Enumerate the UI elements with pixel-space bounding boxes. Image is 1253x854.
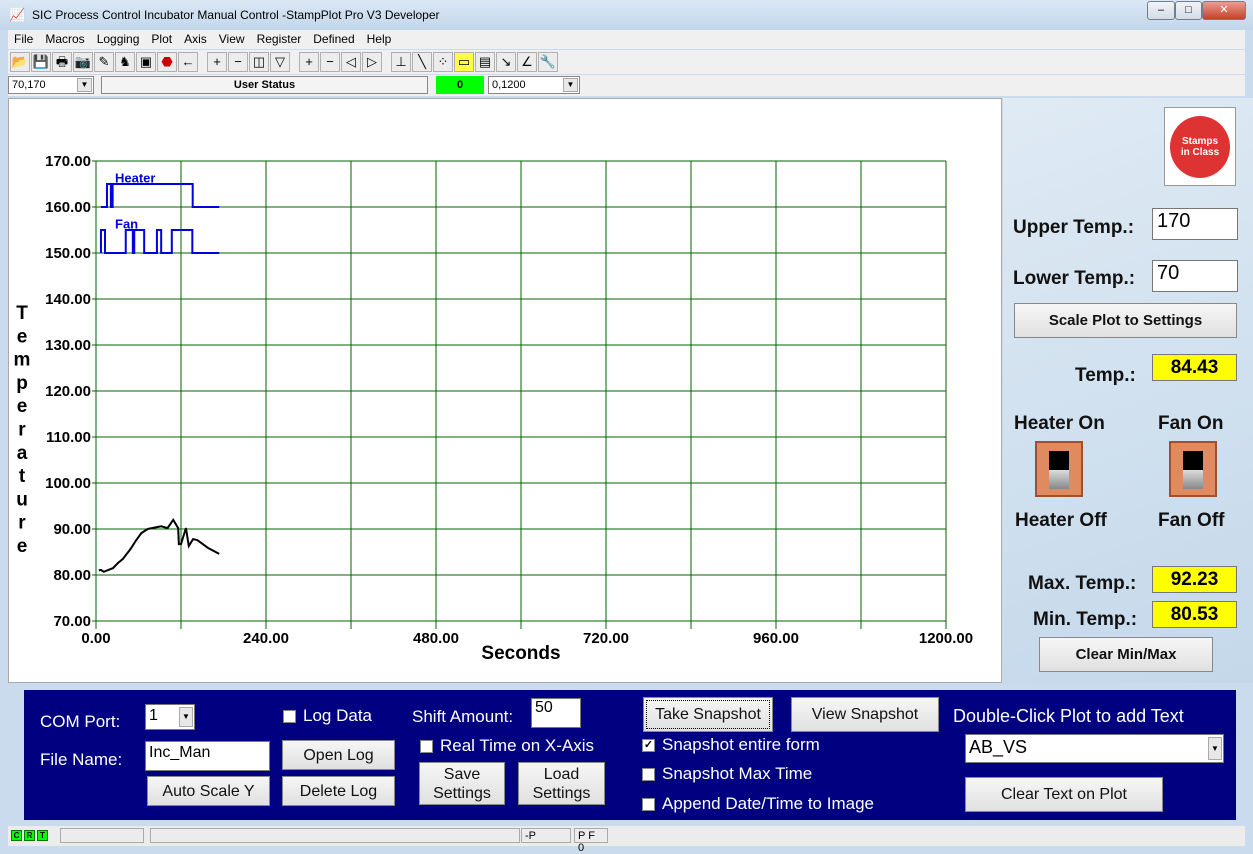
x-tick-label: 480.00 <box>413 630 459 647</box>
snapshot-max-checkbox[interactable]: Snapshot Max Time <box>642 764 812 784</box>
checkbox[interactable] <box>283 710 296 724</box>
checkbox-checked[interactable]: ✓ <box>642 739 655 753</box>
log-data-checkbox[interactable]: Log Data <box>283 706 372 726</box>
com-port-value: 1 <box>149 707 158 724</box>
series-line-temperature <box>98 517 220 573</box>
led-t: T <box>37 830 48 841</box>
led-r: R <box>24 830 35 841</box>
progress-indicator <box>60 828 144 843</box>
y-tick-label: 170.00 <box>45 153 91 170</box>
real-time-checkbox[interactable]: Real Time on X-Axis <box>420 736 594 756</box>
maximize-button[interactable]: □ <box>1175 1 1202 20</box>
heater-on-label: Heater On <box>1014 413 1105 434</box>
clear-text-button[interactable]: Clear Text on Plot <box>965 777 1163 812</box>
fan-off-label: Fan Off <box>1158 510 1225 531</box>
file-name-input[interactable]: Inc_Man <box>145 741 270 771</box>
x-tick-label: 1200.00 <box>919 630 973 647</box>
append-date-checkbox[interactable]: Append Date/Time to Image <box>642 794 874 814</box>
temperature-chart[interactable]: 0.00 240.00 480.00 720.00 960.00 1200.00 70.00… <box>1 1 995 664</box>
y-axis-label: Temperature <box>14 303 31 557</box>
min-temp-label: Min. Temp.: <box>1033 609 1138 630</box>
com-port-label: COM Port: <box>40 712 121 731</box>
open-log-button[interactable]: Open Log <box>282 740 395 770</box>
heater-toggle-switch[interactable] <box>1035 441 1083 497</box>
x-tick-label: 0.00 <box>81 630 110 647</box>
y-tick-label: 150.00 <box>45 245 91 262</box>
auto-scale-y-button[interactable]: Auto Scale Y <box>147 776 270 806</box>
clear-min-max-button[interactable]: Clear Min/Max <box>1039 637 1213 672</box>
minimize-button[interactable]: – <box>1147 1 1175 20</box>
x-tick-label: 720.00 <box>583 630 629 647</box>
delete-log-button[interactable]: Delete Log <box>282 776 395 806</box>
temp-label: Temp.: <box>1075 365 1136 386</box>
plot-area[interactable]: 0.00 240.00 480.00 720.00 960.00 1200.00 70.00… <box>8 98 1002 683</box>
upper-temp-input[interactable]: 170 <box>1152 208 1238 240</box>
real-time-label: Real Time on X-Axis <box>440 736 594 755</box>
status-panel <box>150 828 520 843</box>
y-tick-label: 140.00 <box>45 291 91 308</box>
max-temp-label: Max. Temp.: <box>1028 573 1137 594</box>
shift-amount-input[interactable]: 50 <box>531 698 581 728</box>
shift-amount-label: Shift Amount: <box>412 707 514 726</box>
series-line-heater <box>100 183 220 208</box>
chevron-down-icon[interactable]: ▼ <box>179 707 193 727</box>
x-tick-label: 960.00 <box>753 630 799 647</box>
close-button[interactable]: ✕ <box>1202 1 1246 20</box>
max-temp-value: 92.23 <box>1152 566 1237 593</box>
y-tick-label: 90.00 <box>53 521 91 538</box>
control-panel: COM Port: 1 ▼ File Name: Inc_Man Auto Sca… <box>24 690 1236 820</box>
temp-value: 84.43 <box>1152 354 1237 381</box>
series-label-fan: Fan <box>115 216 138 231</box>
min-temp-value: 80.53 <box>1152 601 1237 628</box>
view-snapshot-button[interactable]: View Snapshot <box>791 697 939 732</box>
status-bar: C R T -P P F 0 <box>8 826 1245 854</box>
x-axis-label: Seconds <box>481 643 560 664</box>
plot-text-select[interactable]: AB_VS ▼ <box>965 734 1224 763</box>
save-settings-button[interactable]: Save Settings <box>419 762 505 805</box>
y-tick-label: 100.00 <box>45 475 91 492</box>
snapshot-max-label: Snapshot Max Time <box>662 764 813 783</box>
y-tick-label: 70.00 <box>53 613 91 630</box>
load-settings-button[interactable]: Load Settings <box>518 762 605 805</box>
status-p: -P <box>521 828 571 843</box>
fan-on-label: Fan On <box>1158 413 1224 434</box>
upper-temp-label: Upper Temp.: <box>1013 217 1135 238</box>
right-panel: Stamps in Class Upper Temp.: 170 Lower Te… <box>1003 98 1253 683</box>
snapshot-entire-label: Snapshot entire form <box>662 735 820 754</box>
heater-off-label: Heater Off <box>1015 510 1107 531</box>
y-tick-label: 110.00 <box>46 429 91 446</box>
series-line-fan <box>99 229 220 254</box>
fan-toggle-switch[interactable] <box>1169 441 1217 497</box>
append-date-label: Append Date/Time to Image <box>662 794 874 813</box>
checkbox[interactable] <box>642 768 655 782</box>
series-label-heater: Heater <box>115 170 155 185</box>
double-click-hint: Double-Click Plot to add Text <box>953 706 1184 726</box>
y-tick-label: 120.00 <box>45 383 91 400</box>
status-pf: P F 0 <box>574 828 608 854</box>
led-c: C <box>11 830 22 841</box>
logo-apple: Stamps in Class <box>1170 115 1230 178</box>
lower-temp-label: Lower Temp.: <box>1013 268 1136 289</box>
log-data-label: Log Data <box>303 706 372 725</box>
y-tick-label: 130.00 <box>45 337 91 354</box>
com-port-select[interactable]: 1 ▼ <box>145 704 195 730</box>
plot-text-value: AB_VS <box>969 737 1028 757</box>
x-tick-label: 240.00 <box>243 630 289 647</box>
take-snapshot-button[interactable]: Take Snapshot <box>643 697 773 732</box>
file-name-label: File Name: <box>40 750 123 769</box>
y-tick-label: 80.00 <box>53 567 91 584</box>
chevron-down-icon[interactable]: ▼ <box>1208 737 1222 760</box>
snapshot-entire-checkbox[interactable]: ✓ Snapshot entire form <box>642 735 820 755</box>
stamps-in-class-logo: Stamps in Class <box>1164 107 1236 186</box>
scale-plot-button[interactable]: Scale Plot to Settings <box>1014 303 1237 338</box>
lower-temp-input[interactable]: 70 <box>1152 260 1238 292</box>
checkbox[interactable] <box>420 740 433 754</box>
checkbox[interactable] <box>642 798 655 812</box>
y-tick-label: 160.00 <box>45 199 91 216</box>
